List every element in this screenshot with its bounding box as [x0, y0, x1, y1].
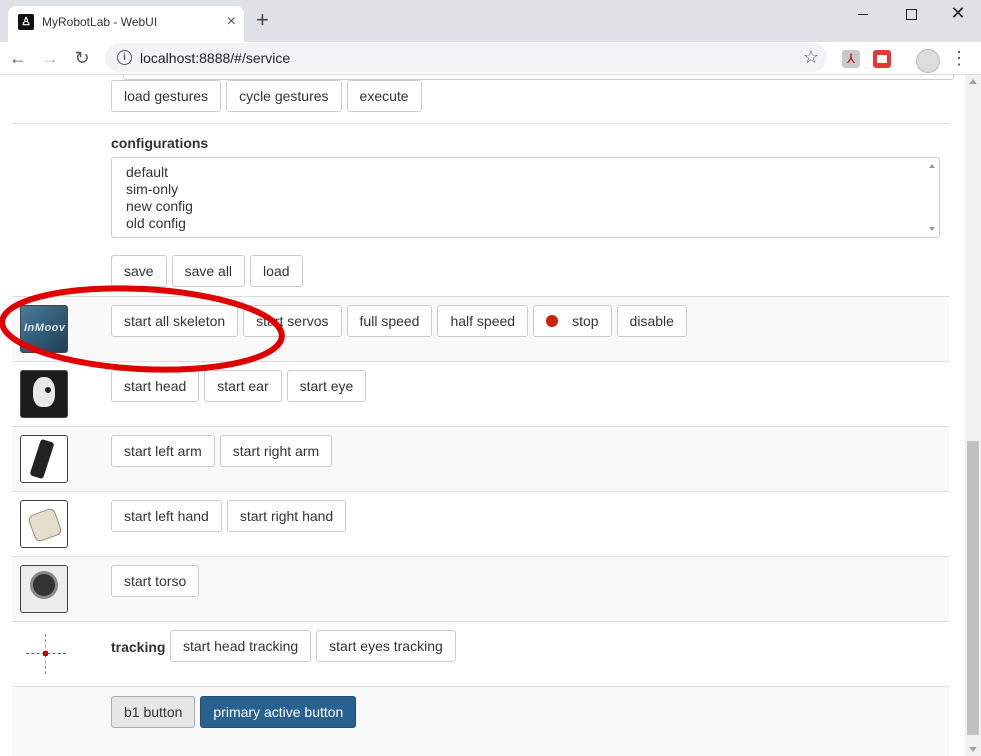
save-all-button[interactable]: save all	[171, 255, 246, 287]
eye-shape	[45, 387, 51, 393]
b1-button[interactable]: b1 button	[111, 696, 196, 728]
start-eyes-tracking-button[interactable]: start eyes tracking	[316, 630, 456, 662]
start-all-skeleton-button[interactable]: start all skeleton	[111, 305, 239, 337]
stop-button[interactable]: stop	[533, 305, 612, 337]
scroll-down-arrow-icon[interactable]	[969, 747, 977, 752]
forward-arrow-icon[interactable]: →	[38, 46, 62, 70]
start-right-hand-button[interactable]: start right hand	[226, 500, 347, 532]
browser-tab[interactable]: ♙ MyRobotLab - WebUI ×	[8, 6, 244, 42]
start-left-arm-button[interactable]: start left arm	[111, 435, 215, 467]
config-item-new-config[interactable]: new config	[126, 198, 925, 215]
full-speed-button[interactable]: full speed	[346, 305, 433, 337]
start-servos-button[interactable]: start servos	[243, 305, 342, 337]
half-speed-button[interactable]: half speed	[437, 305, 529, 337]
head-thumbnail	[20, 370, 68, 418]
maximize-window-button[interactable]	[888, 2, 934, 32]
tracking-label: tracking	[111, 639, 166, 655]
primary-active-button[interactable]: primary active button	[200, 696, 357, 728]
browser-tab-strip: ♙ MyRobotLab - WebUI × + ✕	[0, 0, 981, 42]
start-head-tracking-button[interactable]: start head tracking	[170, 630, 312, 662]
configurations-list[interactable]: default sim-only new config old config	[111, 157, 940, 238]
load-gestures-button[interactable]: load gestures	[111, 80, 222, 112]
torso-disc-shape	[30, 571, 58, 599]
load-button[interactable]: load	[250, 255, 303, 287]
head-button-row: start head start ear start eye	[111, 370, 367, 402]
close-window-button[interactable]: ✕	[935, 2, 981, 32]
arm-shape	[29, 438, 55, 480]
profile-avatar[interactable]	[916, 49, 940, 73]
back-arrow-icon[interactable]: ←	[6, 46, 30, 70]
browser-toolbar: ← → ↻ i localhost:8888/#/service ☆ ⅄ ⋮	[0, 42, 981, 75]
arms-button-row: start left arm start right arm	[111, 435, 333, 467]
scrollbar-thumb[interactable]	[967, 441, 979, 735]
hands-panel: start left hand start right hand	[12, 491, 949, 556]
execute-button[interactable]: execute	[346, 80, 422, 112]
tracking-button-row: start head tracking start eyes tracking	[170, 630, 456, 662]
robot-favicon-icon: ♙	[18, 14, 34, 30]
configurations-button-row: save save all load	[111, 255, 303, 287]
address-bar[interactable]: i localhost:8888/#/service ☆	[105, 43, 827, 72]
config-item-sim-only[interactable]: sim-only	[126, 181, 925, 198]
start-left-hand-button[interactable]: start left hand	[111, 500, 222, 532]
site-info-icon[interactable]: i	[117, 50, 132, 65]
list-scroll-down-icon[interactable]	[929, 227, 935, 231]
new-tab-button[interactable]: +	[256, 8, 269, 32]
list-scroll-up-icon[interactable]	[929, 164, 935, 168]
page-scrollbar[interactable]	[965, 75, 981, 756]
start-eye-button[interactable]: start eye	[286, 370, 367, 402]
config-item-old-config[interactable]: old config	[126, 215, 925, 232]
reload-icon[interactable]: ↻	[70, 46, 94, 70]
torso-button-row: start torso	[111, 565, 200, 597]
hand-shape	[27, 507, 63, 543]
torso-panel: start torso	[12, 556, 949, 621]
arm-thumbnail	[20, 435, 68, 483]
page-viewport: load gestures cycle gestures execute con…	[0, 75, 965, 756]
stop-icon	[546, 315, 559, 327]
crosshair-icon	[26, 634, 66, 674]
hands-button-row: start left hand start right hand	[111, 500, 347, 532]
gestures-button-row: load gestures cycle gestures execute	[111, 80, 422, 112]
config-item-default[interactable]: default	[126, 164, 925, 181]
browser-menu-icon[interactable]: ⋮	[950, 48, 968, 68]
url-text[interactable]: localhost:8888/#/service	[140, 50, 290, 66]
close-tab-icon[interactable]: ×	[227, 12, 236, 32]
minimize-window-button[interactable]	[840, 2, 886, 32]
inmoov-logo-text: InMoov	[24, 322, 66, 334]
stop-button-label: stop	[572, 313, 599, 329]
skeleton-panel: InMoov start all skeleton start servos f…	[12, 296, 949, 361]
cycle-gestures-button[interactable]: cycle gestures	[226, 80, 342, 112]
start-ear-button[interactable]: start ear	[204, 370, 282, 402]
disable-button[interactable]: disable	[616, 305, 687, 337]
scroll-up-arrow-icon[interactable]	[969, 79, 977, 84]
start-torso-button[interactable]: start torso	[111, 565, 200, 597]
save-button[interactable]: save	[111, 255, 167, 287]
torso-thumbnail	[20, 565, 68, 613]
tab-title: MyRobotLab - WebUI	[42, 15, 158, 29]
head-panel: start head start ear start eye	[12, 361, 949, 426]
configurations-label: configurations	[111, 135, 209, 151]
pdf-extension-icon[interactable]: ⅄	[842, 50, 860, 68]
calendar-extension-icon[interactable]	[873, 50, 891, 68]
arms-panel: start left arm start right arm	[12, 426, 949, 491]
tracking-panel: tracking start head tracking start eyes …	[12, 621, 949, 686]
bookmark-star-icon[interactable]: ☆	[803, 47, 819, 68]
gestures-panel: load gestures cycle gestures execute	[12, 75, 954, 124]
footer-button-row: b1 button primary active button	[111, 696, 357, 728]
skeleton-button-row: start all skeleton start servos full spe…	[111, 305, 687, 337]
skull-shape	[33, 377, 55, 407]
start-right-arm-button[interactable]: start right arm	[219, 435, 333, 467]
start-head-button[interactable]: start head	[111, 370, 200, 402]
hand-thumbnail	[20, 500, 68, 548]
footer-panel: b1 button primary active button	[12, 686, 949, 756]
inmoov-skeleton-thumbnail: InMoov	[20, 305, 68, 353]
